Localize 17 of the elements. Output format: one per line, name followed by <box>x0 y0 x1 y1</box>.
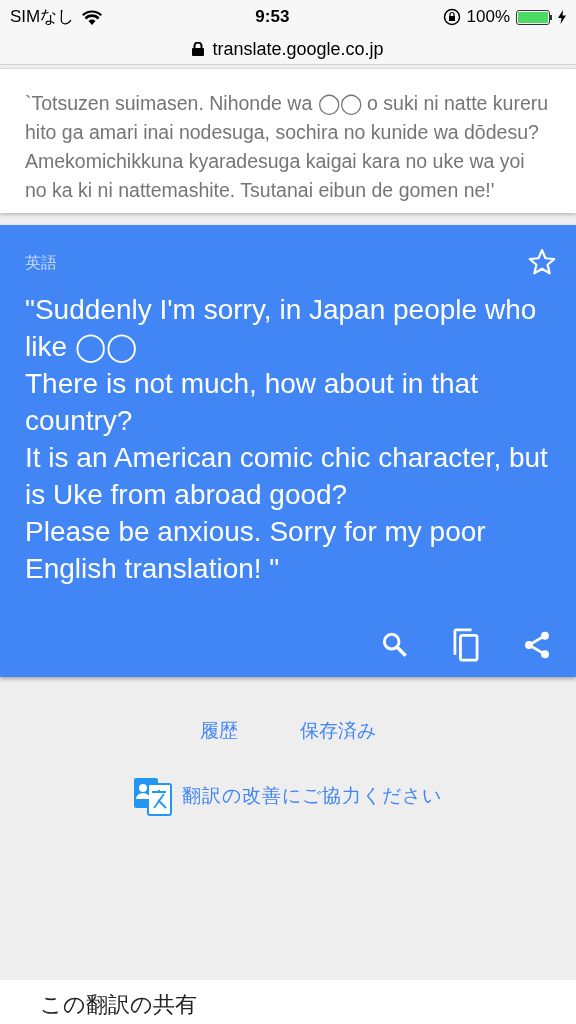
translate-feedback-icon <box>134 777 172 816</box>
source-text: `Totsuzen suimasen. Nihonde wa ◯◯ o suki ni natte kureru hito ga amari inai nodesuga, sochira no kunide wa dōdesu? Amekomichikkuna kyaradesuga kaigai kara no uke wa yoi no ka ki ni nattemashite. Tsutanai eibun de gomen ne!' <box>25 91 550 203</box>
translation-text: "Suddenly I'm sorry, in Japan people who like ◯◯ There is not much, how about in that country? It is an American comic chic character, but is Uke from abroad good? Please be anxious. Sorry for my poor English translation! " <box>25 293 549 586</box>
contribute-link[interactable]: 翻訳の改善にご協力ください <box>182 782 442 811</box>
saved-link[interactable]: 保存済み <box>300 717 376 746</box>
rotation-lock-icon <box>442 8 461 26</box>
battery-icon <box>516 9 552 25</box>
wifi-icon <box>82 9 103 25</box>
carrier-label: SIMなし <box>10 6 75 29</box>
clock: 9:53 <box>255 6 290 29</box>
url-text[interactable]: translate.google.co.jp <box>212 35 384 63</box>
share-title: この翻訳の共有 <box>40 992 197 1017</box>
history-link[interactable]: 履歴 <box>200 717 238 746</box>
star-button[interactable] <box>527 247 557 277</box>
battery-percent: 100% <box>466 6 510 29</box>
lock-icon <box>192 42 205 56</box>
target-language-label: 英語 <box>25 253 57 273</box>
